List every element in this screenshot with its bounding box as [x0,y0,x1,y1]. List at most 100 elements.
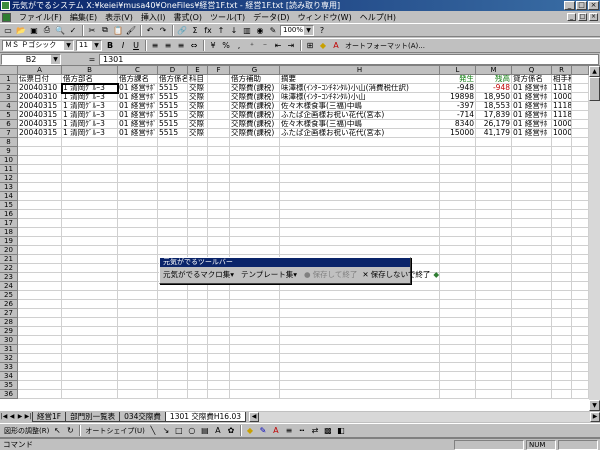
clipart-icon[interactable]: ✿ [225,425,237,436]
table-cell[interactable] [208,183,230,192]
table-cell[interactable] [18,165,62,174]
row-header[interactable]: 4 [0,102,18,111]
table-cell[interactable] [552,318,572,327]
table-cell[interactable] [230,327,280,336]
copy-icon[interactable]: ⧉ [99,25,111,36]
dash-style-icon[interactable]: ┅ [296,425,308,436]
table-cell[interactable] [208,390,230,399]
table-cell[interactable] [230,192,280,201]
data-cell[interactable]: 味澤様(ｲﾝﾀｰｺﾝﾁﾈﾝﾀﾙ)小山 [280,93,440,102]
macro-menu-button[interactable]: 元気がでるマクロ集 ▾ [163,269,236,280]
menu-edit[interactable]: 編集(E) [66,12,101,23]
template-menu-button[interactable]: テンプレート集 ▾ [241,269,299,280]
table-cell[interactable] [118,219,158,228]
row-header[interactable]: 33 [0,363,18,372]
table-cell[interactable] [280,363,440,372]
data-cell[interactable]: 18,553 [476,102,512,111]
sort-desc-icon[interactable]: ↓ [228,25,240,36]
table-cell[interactable] [552,354,572,363]
data-cell[interactable]: 17,839 [476,111,512,120]
row-header[interactable]: 22 [0,264,18,273]
increase-decimal-icon[interactable]: ⁺ [246,40,258,51]
doc-minimize-button[interactable]: _ [567,13,576,21]
column-header[interactable]: D [158,66,188,75]
row-header[interactable]: 2 [0,84,18,93]
table-cell[interactable] [208,237,230,246]
data-cell[interactable]: 交際費(課税) [230,93,280,102]
row-header[interactable]: 32 [0,354,18,363]
open-icon[interactable]: 📂 [15,25,27,36]
data-cell[interactable]: 1 清岡ｸﾞﾙｰ3 [61,83,119,94]
table-cell[interactable] [62,354,118,363]
align-left-icon[interactable]: ≡ [149,40,161,51]
decrease-decimal-icon[interactable]: ⁻ [259,40,271,51]
table-cell[interactable] [512,300,552,309]
row-header[interactable]: 20 [0,246,18,255]
table-cell[interactable] [62,282,118,291]
table-cell[interactable] [280,201,440,210]
table-cell[interactable] [572,255,589,264]
table-cell[interactable] [62,237,118,246]
table-cell[interactable] [230,219,280,228]
table-cell[interactable] [208,300,230,309]
data-cell[interactable] [208,120,230,129]
table-cell[interactable] [62,246,118,255]
table-cell[interactable] [476,174,512,183]
data-cell[interactable]: 交際費(課税) [230,111,280,120]
table-cell[interactable] [440,138,476,147]
column-header[interactable]: R [552,66,572,75]
table-cell[interactable] [158,219,188,228]
table-cell[interactable] [188,156,208,165]
table-cell[interactable] [512,390,552,399]
table-cell[interactable] [512,210,552,219]
row-header[interactable]: 26 [0,300,18,309]
table-cell[interactable] [18,228,62,237]
row-header[interactable]: 17 [0,219,18,228]
minimize-button[interactable]: _ [564,1,575,10]
header-cell[interactable]: 科目 [188,75,208,84]
autoshapes-button[interactable]: オートシェイプ(U) [83,426,147,436]
data-cell[interactable]: 5515 [158,120,188,129]
data-cell[interactable]: 15000 [440,129,476,138]
data-cell[interactable]: -397 [440,102,476,111]
table-cell[interactable] [62,165,118,174]
table-cell[interactable] [230,309,280,318]
data-cell[interactable]: 20040315 [18,120,62,129]
table-cell[interactable] [572,264,589,273]
borders-icon[interactable]: ⊞ [304,40,316,51]
tab-first-icon[interactable]: |◀ [0,412,8,421]
table-cell[interactable] [188,327,208,336]
table-cell[interactable] [440,228,476,237]
data-cell[interactable]: 26,179 [476,120,512,129]
table-cell[interactable] [230,174,280,183]
table-cell[interactable] [572,309,589,318]
table-cell[interactable] [188,183,208,192]
data-cell[interactable]: 5515 [158,129,188,138]
data-cell[interactable]: 5515 [158,84,188,93]
column-header[interactable]: B [62,66,118,75]
table-cell[interactable] [188,174,208,183]
row-header[interactable]: 36 [0,390,18,399]
table-cell[interactable] [572,327,589,336]
table-cell[interactable] [158,165,188,174]
table-cell[interactable] [552,210,572,219]
table-cell[interactable] [552,138,572,147]
table-cell[interactable] [440,192,476,201]
data-cell[interactable]: 20040310 [18,84,62,93]
table-cell[interactable] [552,228,572,237]
table-cell[interactable] [118,390,158,399]
table-cell[interactable] [18,327,62,336]
data-cell[interactable]: 01 経営ｻﾎﾟ [118,93,158,102]
font-color-icon[interactable]: A [330,40,342,51]
table-cell[interactable] [230,390,280,399]
table-cell[interactable] [230,372,280,381]
sheet-tab[interactable]: 経営1F [32,411,67,422]
spreadsheet-grid[interactable]: A B C D E F G H L M Q R 1 伝票日付 借方部名 借方課名 借方係名 科目 借方補助 摘要 発生残… [0,66,589,411]
table-cell[interactable] [18,390,62,399]
table-cell[interactable] [18,273,62,282]
table-cell[interactable] [118,138,158,147]
column-header[interactable]: G [230,66,280,75]
data-cell[interactable]: -948 [476,84,512,93]
data-cell[interactable]: 01 経営ｻﾎﾟ [118,84,158,93]
scroll-left-icon[interactable]: ◀ [249,411,260,422]
